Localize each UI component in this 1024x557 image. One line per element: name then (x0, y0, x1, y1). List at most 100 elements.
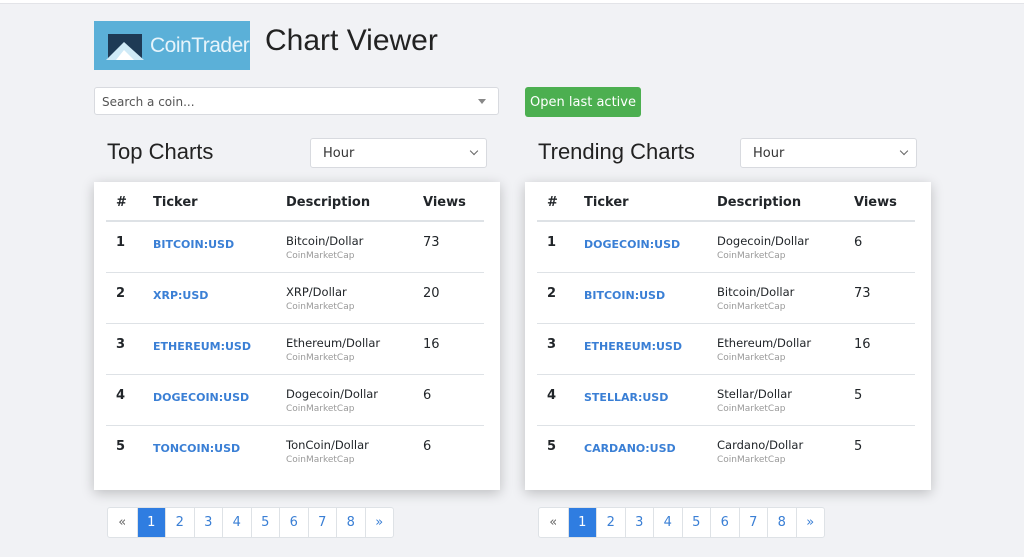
ticker-link[interactable]: XRP:USD (153, 289, 208, 302)
source: CoinMarketCap (286, 251, 355, 261)
page-button[interactable]: 4 (653, 508, 682, 537)
views: 6 (423, 439, 432, 454)
page-button[interactable]: 1 (567, 508, 596, 537)
table-row: 3 ETHEREUM:USD Ethereum/Dollar CoinMarket… (537, 324, 915, 375)
open-last-active-button[interactable]: Open last active (525, 87, 641, 117)
views: 16 (423, 337, 440, 352)
page-button[interactable]: 2 (596, 508, 625, 537)
views: 16 (854, 337, 871, 352)
ticker-link[interactable]: CARDANO:USD (584, 442, 676, 455)
page-button[interactable]: 5 (681, 508, 711, 537)
table-header: # Ticker Description Views (537, 182, 915, 222)
rank: 2 (547, 286, 557, 301)
rank: 5 (116, 439, 126, 454)
rank: 3 (116, 337, 126, 352)
rank: 4 (116, 388, 126, 403)
rank: 5 (547, 439, 557, 454)
page-button[interactable]: 2 (165, 508, 194, 537)
ticker-link[interactable]: DOGECOIN:USD (584, 238, 680, 251)
source: CoinMarketCap (286, 353, 355, 363)
source: CoinMarketCap (717, 251, 786, 261)
mountain-logo-icon (106, 33, 144, 60)
table-row: 1 BITCOIN:USD Bitcoin/Dollar CoinMarketCa… (106, 222, 484, 273)
panel-title: Trending Charts (538, 139, 695, 164)
pair: Ethereum/Dollar (717, 336, 812, 350)
pagination: «1 2 3 4 5 6 7 8» (538, 507, 825, 538)
charts-table: # Ticker Description Views 1 BITCOIN:USD Bi… (94, 182, 500, 490)
period-select[interactable]: Hour (310, 138, 487, 168)
page-button[interactable]: 4 (222, 508, 251, 537)
table-row: 2 BITCOIN:USD Bitcoin/Dollar CoinMarketCa… (537, 273, 915, 324)
logo-text: CoinTrader (150, 33, 250, 57)
page-button[interactable]: » (795, 508, 825, 537)
ticker-link[interactable]: BITCOIN:USD (584, 289, 665, 302)
page-button[interactable]: 6 (710, 508, 739, 537)
ticker-link[interactable]: TONCOIN:USD (153, 442, 240, 455)
ticker-link[interactable]: STELLAR:USD (584, 391, 668, 404)
page-button[interactable]: 3 (624, 508, 654, 537)
source: CoinMarketCap (717, 455, 786, 465)
charts-table: # Ticker Description Views 1 DOGECOIN:USD D… (525, 182, 931, 490)
views: 5 (854, 388, 863, 403)
table-row: 5 TONCOIN:USD TonCoin/Dollar CoinMarketCa… (106, 426, 484, 477)
column-header: Views (854, 195, 897, 210)
logo[interactable]: CoinTrader (94, 21, 250, 70)
page-button[interactable]: 6 (279, 508, 308, 537)
table-header: # Ticker Description Views (106, 182, 484, 222)
table-row: 4 STELLAR:USD Stellar/Dollar CoinMarketCa… (537, 375, 915, 426)
page-button[interactable]: 1 (136, 508, 165, 537)
coin-search-select[interactable]: Search a coin... (94, 87, 499, 115)
table-row: 4 DOGECOIN:USD Dogecoin/Dollar CoinMarket… (106, 375, 484, 426)
views: 6 (854, 235, 863, 250)
source: CoinMarketCap (717, 404, 786, 414)
pair: Bitcoin/Dollar (717, 285, 795, 299)
page-button[interactable]: 8 (767, 508, 796, 537)
pair: TonCoin/Dollar (286, 438, 369, 452)
source: CoinMarketCap (286, 302, 355, 312)
ticker-link[interactable]: BITCOIN:USD (153, 238, 234, 251)
rank: 1 (116, 235, 126, 250)
ticker-link[interactable]: DOGECOIN:USD (153, 391, 249, 404)
views: 20 (423, 286, 440, 301)
pair: Bitcoin/Dollar (286, 234, 364, 248)
page-button[interactable]: 7 (738, 508, 768, 537)
chevron-down-icon (469, 146, 479, 156)
page-button[interactable]: 7 (307, 508, 337, 537)
views: 6 (423, 388, 432, 403)
page-button[interactable]: » (364, 508, 394, 537)
page-button[interactable]: 5 (250, 508, 280, 537)
ticker-link[interactable]: ETHEREUM:USD (153, 340, 251, 353)
column-header: Description (717, 195, 802, 210)
column-header: # (547, 195, 558, 210)
page-button[interactable]: « (539, 508, 568, 537)
page-button[interactable]: 8 (336, 508, 365, 537)
source: CoinMarketCap (717, 353, 786, 363)
column-header: Views (423, 195, 466, 210)
period-select[interactable]: Hour (740, 138, 917, 168)
panel-title: Top Charts (107, 139, 214, 164)
rank: 3 (547, 337, 557, 352)
top-bar (0, 0, 1024, 4)
table-row: 3 ETHEREUM:USD Ethereum/Dollar CoinMarket… (106, 324, 484, 375)
views: 73 (854, 286, 871, 301)
views: 73 (423, 235, 440, 250)
table-row: 5 CARDANO:USD Cardano/Dollar CoinMarketCa… (537, 426, 915, 477)
pair: Cardano/Dollar (717, 438, 804, 452)
ticker-link[interactable]: ETHEREUM:USD (584, 340, 682, 353)
page-button[interactable]: « (108, 508, 137, 537)
source: CoinMarketCap (286, 404, 355, 414)
pagination: «1 2 3 4 5 6 7 8» (107, 507, 394, 538)
pair: Dogecoin/Dollar (717, 234, 810, 248)
description: TonCoin/Dollar CoinMarketCap (286, 438, 369, 465)
period-value: Hour (753, 146, 785, 161)
source: CoinMarketCap (286, 455, 355, 465)
column-header: Description (286, 195, 371, 210)
description: Dogecoin/Dollar CoinMarketCap (717, 234, 809, 261)
page-button[interactable]: 3 (193, 508, 223, 537)
description: Dogecoin/Dollar CoinMarketCap (286, 387, 378, 414)
caret-down-icon (478, 99, 486, 104)
rank: 1 (547, 235, 557, 250)
description: Cardano/Dollar CoinMarketCap (717, 438, 803, 465)
period-value: Hour (323, 146, 355, 161)
table-row: 2 XRP:USD XRP/Dollar CoinMarketCap 20 (106, 273, 484, 324)
